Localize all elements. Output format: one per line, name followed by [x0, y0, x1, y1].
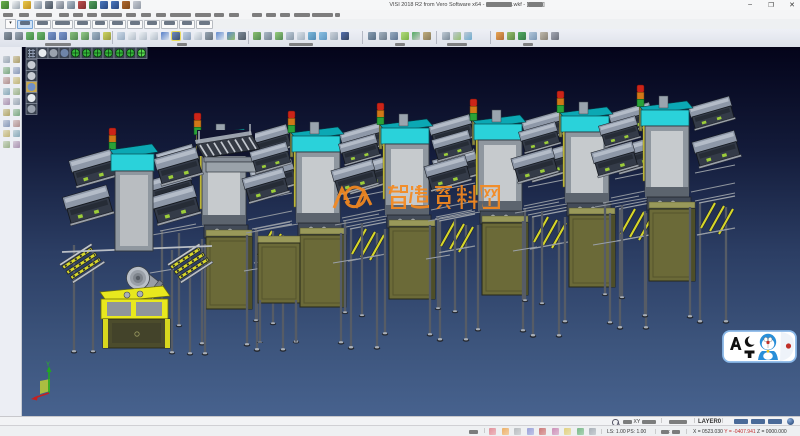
- svg-text:Y: Y: [46, 362, 50, 368]
